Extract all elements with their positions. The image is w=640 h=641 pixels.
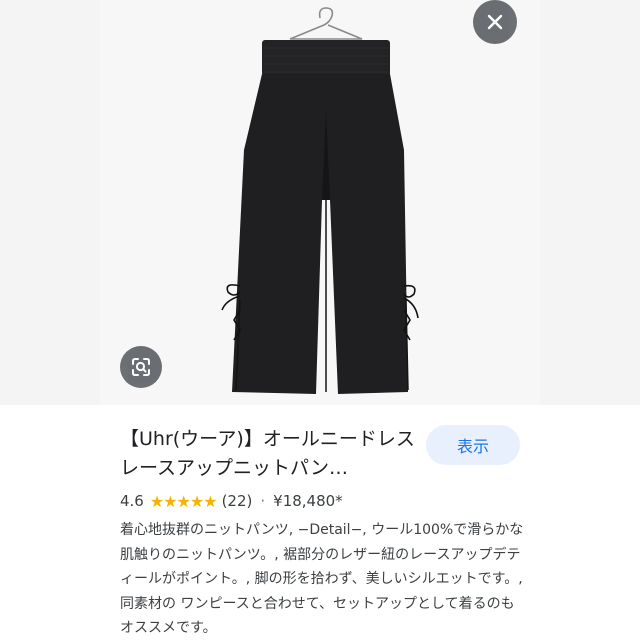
rating-row: 4.6 ★★★★★ (22) · ¥18,480* [120, 490, 343, 512]
product-description: 着心地抜群のニットパンツ, −Detail−, ウール100%で滑らかな肌触りの… [120, 522, 524, 636]
rating-value: 4.6 [120, 492, 144, 510]
separator-dot: · [260, 492, 266, 510]
price: ¥18,480* [273, 492, 343, 510]
close-button[interactable] [473, 0, 517, 44]
lens-search-button[interactable] [120, 346, 162, 388]
hanger-icon [289, 7, 363, 40]
show-button[interactable]: 表示 [426, 425, 520, 465]
close-icon [487, 14, 503, 30]
product-title[interactable]: 【Uhr(ウーア)】オールニードレスレースアップニットパン… [120, 425, 420, 483]
review-count[interactable]: (22) [222, 492, 253, 510]
rating-stars-icon: ★★★★★ [149, 491, 218, 511]
knit-pants-image [221, 7, 419, 394]
waistband [262, 40, 390, 76]
product-info-panel: 【Uhr(ウーア)】オールニードレスレースアップニットパン… 表示 4.6 ★★… [100, 405, 540, 640]
lens-search-icon [132, 358, 150, 376]
product-image-panel[interactable] [0, 0, 640, 405]
pants-body [232, 74, 408, 394]
